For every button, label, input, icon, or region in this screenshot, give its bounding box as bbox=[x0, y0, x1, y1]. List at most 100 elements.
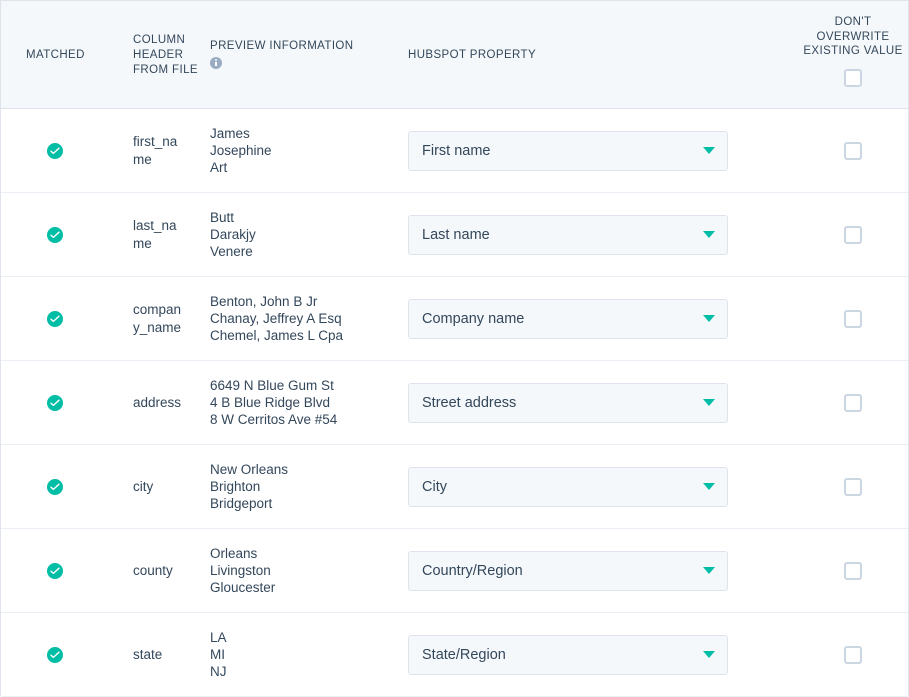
cell-preview: Benton, John B JrChanay, Jeffrey A EsqCh… bbox=[210, 277, 408, 360]
hubspot-property-select[interactable]: First name bbox=[408, 131, 728, 171]
cell-preview: LAMINJ bbox=[210, 613, 408, 696]
preview-line: Gloucester bbox=[210, 579, 275, 596]
preview-line: Benton, John B Jr bbox=[210, 293, 343, 310]
cell-matched bbox=[1, 445, 111, 528]
file-column-name: state bbox=[133, 646, 162, 664]
cell-file-column: address bbox=[111, 361, 210, 444]
dont-overwrite-checkbox[interactable] bbox=[844, 478, 862, 496]
import-column-mapping-table: MATCHED COLUMN HEADER FROM FILE PREVIEW … bbox=[0, 0, 909, 696]
cell-matched bbox=[1, 193, 111, 276]
preview-line: Bridgeport bbox=[210, 495, 288, 512]
preview-line: Orleans bbox=[210, 545, 275, 562]
cell-matched bbox=[1, 613, 111, 696]
column-header-hubspot-property-label: HUBSPOT PROPERTY bbox=[408, 48, 536, 63]
chevron-down-icon[interactable] bbox=[703, 399, 715, 406]
chevron-down-icon[interactable] bbox=[703, 147, 715, 154]
dont-overwrite-checkbox[interactable] bbox=[844, 562, 862, 580]
cell-hubspot-property: First name bbox=[408, 109, 798, 192]
dont-overwrite-checkbox[interactable] bbox=[844, 394, 862, 412]
cell-hubspot-property: Street address bbox=[408, 361, 798, 444]
cell-file-column: company_name bbox=[111, 277, 210, 360]
hubspot-property-value: Last name bbox=[422, 227, 703, 243]
column-header-file-column: COLUMN HEADER FROM FILE bbox=[111, 1, 210, 109]
check-circle-icon bbox=[47, 563, 63, 579]
cell-hubspot-property: Country/Region bbox=[408, 529, 798, 612]
cell-preview: ButtDarakjyVenere bbox=[210, 193, 408, 276]
file-column-name: first_name bbox=[133, 133, 185, 169]
table-row-first_name: first_name JamesJosephineArt First name bbox=[1, 109, 908, 193]
check-circle-icon bbox=[47, 479, 63, 495]
cell-preview: JamesJosephineArt bbox=[210, 109, 408, 192]
cell-preview: 6649 N Blue Gum St4 B Blue Ridge Blvd8 W… bbox=[210, 361, 408, 444]
preview-values: ButtDarakjyVenere bbox=[210, 209, 256, 260]
hubspot-property-select[interactable]: Last name bbox=[408, 215, 728, 255]
column-header-dont-overwrite-inner: DON'T OVERWRITE EXISTING VALUE bbox=[798, 1, 908, 87]
preview-line: LA bbox=[210, 629, 227, 646]
file-column-name: last_name bbox=[133, 217, 185, 253]
preview-line: Chanay, Jeffrey A Esq bbox=[210, 310, 343, 327]
check-circle-icon bbox=[47, 143, 63, 159]
check-circle-icon bbox=[47, 311, 63, 327]
column-header-preview-label: PREVIEW INFORMATION bbox=[210, 40, 353, 52]
file-column-name: address bbox=[133, 394, 181, 412]
preview-values: OrleansLivingstonGloucester bbox=[210, 545, 275, 596]
hubspot-property-select[interactable]: Street address bbox=[408, 383, 728, 423]
preview-values: JamesJosephineArt bbox=[210, 125, 272, 176]
hubspot-property-value: City bbox=[422, 479, 703, 495]
dont-overwrite-checkbox[interactable] bbox=[844, 310, 862, 328]
hubspot-property-select[interactable]: Country/Region bbox=[408, 551, 728, 591]
preview-values: LAMINJ bbox=[210, 629, 227, 680]
cell-file-column: state bbox=[111, 613, 210, 696]
chevron-down-icon[interactable] bbox=[703, 567, 715, 574]
cell-file-column: first_name bbox=[111, 109, 210, 192]
chevron-down-icon[interactable] bbox=[703, 231, 715, 238]
column-header-matched: MATCHED bbox=[1, 1, 111, 109]
cell-dont-overwrite bbox=[798, 361, 908, 444]
cell-preview: OrleansLivingstonGloucester bbox=[210, 529, 408, 612]
chevron-down-icon[interactable] bbox=[703, 651, 715, 658]
preview-values: 6649 N Blue Gum St4 B Blue Ridge Blvd8 W… bbox=[210, 377, 337, 428]
preview-info-icon[interactable] bbox=[210, 57, 222, 69]
cell-matched bbox=[1, 277, 111, 360]
hubspot-property-value: Street address bbox=[422, 395, 703, 411]
dont-overwrite-checkbox[interactable] bbox=[844, 226, 862, 244]
file-column-name: company_name bbox=[133, 301, 185, 337]
check-circle-icon bbox=[47, 647, 63, 663]
table-row-city: city New OrleansBrightonBridgeport City bbox=[1, 445, 908, 529]
column-header-preview-inner: PREVIEW INFORMATION bbox=[210, 39, 353, 72]
cell-file-column: county bbox=[111, 529, 210, 612]
table-row-last_name: last_name ButtDarakjyVenere Last name bbox=[1, 193, 908, 277]
dont-overwrite-checkbox[interactable] bbox=[844, 142, 862, 160]
column-header-preview: PREVIEW INFORMATION bbox=[210, 1, 408, 109]
chevron-down-icon[interactable] bbox=[703, 483, 715, 490]
chevron-down-icon[interactable] bbox=[703, 315, 715, 322]
column-header-matched-label: MATCHED bbox=[26, 48, 85, 63]
hubspot-property-value: Country/Region bbox=[422, 563, 703, 579]
dont-overwrite-checkbox[interactable] bbox=[844, 646, 862, 664]
hubspot-property-select[interactable]: Company name bbox=[408, 299, 728, 339]
preview-line: MI bbox=[210, 646, 227, 663]
column-header-hubspot-property: HUBSPOT PROPERTY bbox=[408, 1, 798, 109]
cell-hubspot-property: State/Region bbox=[408, 613, 798, 696]
hubspot-property-select[interactable]: City bbox=[408, 467, 728, 507]
preview-values: Benton, John B JrChanay, Jeffrey A EsqCh… bbox=[210, 293, 343, 344]
select-all-overwrite-wrap bbox=[798, 69, 908, 87]
preview-line: Venere bbox=[210, 243, 256, 260]
hubspot-property-value: First name bbox=[422, 143, 703, 159]
table-row-state: state LAMINJ State/Region bbox=[1, 613, 908, 697]
hubspot-property-select[interactable]: State/Region bbox=[408, 635, 728, 675]
cell-dont-overwrite bbox=[798, 529, 908, 612]
preview-line: 8 W Cerritos Ave #54 bbox=[210, 411, 337, 428]
preview-line: Livingston bbox=[210, 562, 275, 579]
preview-line: Butt bbox=[210, 209, 256, 226]
column-header-dont-overwrite-label: DON'T OVERWRITE EXISTING VALUE bbox=[798, 15, 908, 59]
cell-dont-overwrite bbox=[798, 445, 908, 528]
file-column-name: county bbox=[133, 562, 173, 580]
select-all-overwrite-checkbox[interactable] bbox=[844, 69, 862, 87]
preview-line: Chemel, James L Cpa bbox=[210, 327, 343, 344]
preview-info-row bbox=[210, 57, 353, 72]
preview-values: New OrleansBrightonBridgeport bbox=[210, 461, 288, 512]
table-body: first_name JamesJosephineArt First name … bbox=[1, 109, 908, 697]
preview-line: 4 B Blue Ridge Blvd bbox=[210, 394, 337, 411]
preview-line: 6649 N Blue Gum St bbox=[210, 377, 337, 394]
